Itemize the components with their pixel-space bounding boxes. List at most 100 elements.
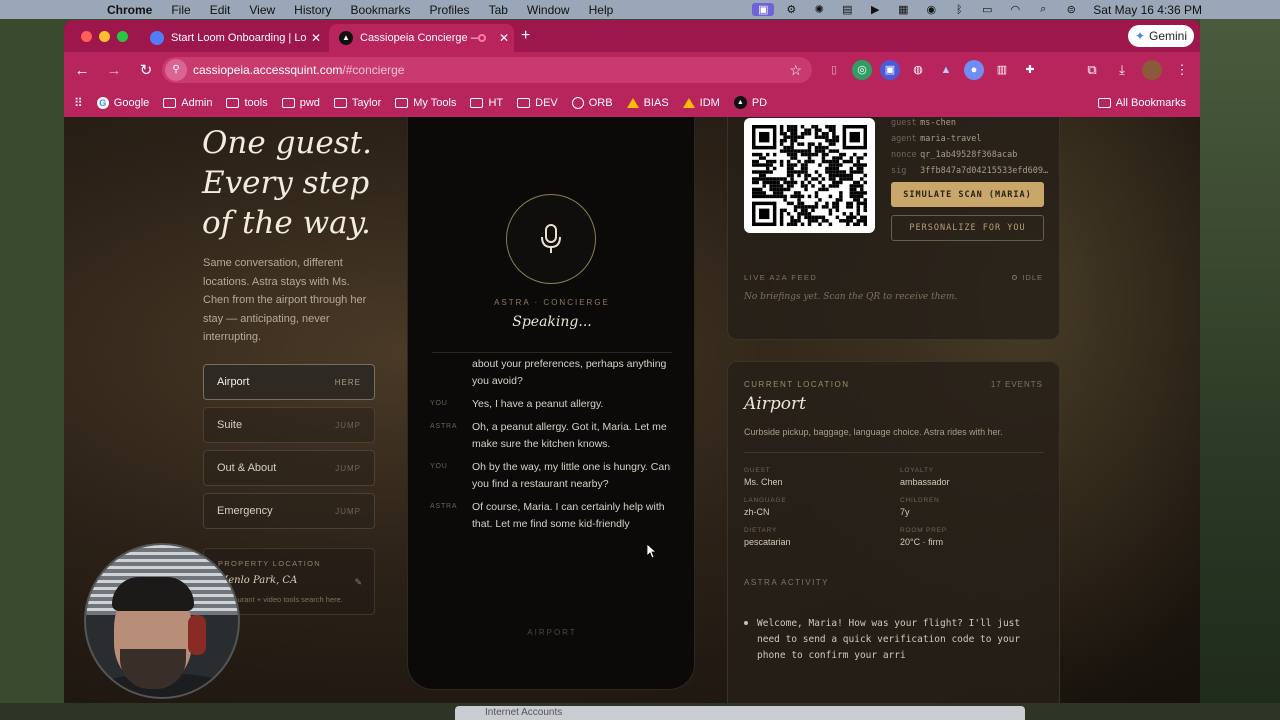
- bookmark-label: BIAS: [643, 96, 669, 109]
- bookmark-orb[interactable]: ORB: [571, 96, 613, 109]
- nav-out-and-about[interactable]: Out & About JUMP: [203, 450, 375, 486]
- tab-loom-onboarding[interactable]: Start Loom Onboarding | Loo ✕: [140, 24, 326, 52]
- site-info-icon[interactable]: ⚲: [165, 59, 187, 81]
- nav-label: Suite: [217, 419, 243, 431]
- all-bookmarks[interactable]: All Bookmarks: [1097, 97, 1186, 109]
- simulate-scan-button[interactable]: SIMULATE SCAN (MARIA): [891, 182, 1044, 207]
- menu-file[interactable]: File: [171, 3, 190, 17]
- bookmark-admin[interactable]: Admin: [163, 97, 212, 109]
- menu-clock[interactable]: Sat May 16 4:36 PM: [1093, 3, 1202, 17]
- bookmark-bias[interactable]: BIAS: [626, 96, 669, 109]
- bookmark-star-icon[interactable]: ☆: [789, 62, 802, 79]
- bookmark-idm[interactable]: IDM: [682, 97, 720, 109]
- recording-indicator-icon: [478, 34, 486, 42]
- microphone-button[interactable]: [506, 194, 596, 284]
- menu-tab[interactable]: Tab: [489, 3, 508, 17]
- microphone-icon: [541, 224, 561, 253]
- menu-view[interactable]: View: [249, 3, 275, 17]
- circle-ext-icon[interactable]: ●: [964, 60, 984, 80]
- pdf-icon[interactable]: ▤: [833, 3, 861, 16]
- qr-sig-row: sig 3ffb847a7d04215533efd609…: [891, 166, 1048, 176]
- close-window-button[interactable]: [81, 31, 92, 42]
- webcam-bubble[interactable]: [84, 543, 240, 699]
- kv-key: agent: [891, 134, 917, 144]
- chat-transcript[interactable]: about your preferences, perhaps anything…: [430, 356, 680, 539]
- bookmark-pwd[interactable]: pwd: [281, 97, 320, 109]
- profile-avatar[interactable]: [1142, 60, 1162, 80]
- chat-message: ASTRA Oh, a peanut allergy. Got it, Mari…: [430, 419, 680, 453]
- bookmark-tools[interactable]: tools: [226, 97, 268, 109]
- address-url[interactable]: cassiopeia.accessquint.com/#concierge: [193, 63, 404, 77]
- tab-label: Start Loom Onboarding | Loo: [171, 32, 306, 44]
- edit-pencil-icon[interactable]: ✎: [354, 577, 362, 588]
- new-tab-button[interactable]: +: [521, 27, 530, 45]
- forward-arrow-icon[interactable]: →: [100, 62, 128, 79]
- toolbar-right: ⧉ ⤓ ⋮: [1082, 60, 1192, 80]
- field-loyalty: LOYALTY ambassador: [900, 467, 1040, 487]
- battery-icon[interactable]: ▭: [973, 3, 1001, 16]
- tab-close-icon[interactable]: ✕: [494, 31, 514, 45]
- menu-app-name[interactable]: Chrome: [107, 3, 152, 17]
- more-menu-icon[interactable]: ⋮: [1172, 60, 1192, 80]
- app-status-icon[interactable]: ⚙: [777, 3, 805, 16]
- drive-icon: [682, 97, 695, 108]
- layers-ext-icon[interactable]: ▥: [992, 60, 1012, 80]
- feed-status: IDLE: [1012, 273, 1043, 282]
- window-icon[interactable]: ▦: [889, 3, 917, 16]
- personalize-button[interactable]: PERSONALIZE FOR YOU: [891, 215, 1044, 241]
- menu-help[interactable]: Help: [589, 3, 614, 17]
- kv-value: maria-travel: [920, 134, 982, 144]
- field-room-prep: ROOM PREP 20°C · firm: [900, 527, 1040, 547]
- bluetooth-icon[interactable]: ᛒ: [945, 4, 973, 16]
- nav-airport[interactable]: Airport HERE: [203, 364, 375, 400]
- qr-code[interactable]: [744, 118, 875, 233]
- menu-window[interactable]: Window: [527, 3, 570, 17]
- bookmark-google[interactable]: G Google: [96, 96, 149, 109]
- nav-emergency[interactable]: Emergency JUMP: [203, 493, 375, 529]
- current-location-label: CURRENT LOCATION: [744, 380, 850, 389]
- tab-close-icon[interactable]: ✕: [306, 31, 326, 45]
- download-icon[interactable]: ⤓: [1112, 60, 1132, 80]
- reload-icon[interactable]: ↻: [132, 61, 160, 79]
- user-icon[interactable]: ◉: [917, 3, 945, 16]
- bookmark-my-tools[interactable]: My Tools: [395, 97, 456, 109]
- tab-search-icon[interactable]: ⧉: [1082, 60, 1102, 80]
- bulb-ext-icon[interactable]: ◍: [908, 60, 928, 80]
- tab-label: Cassiopeia Concierge — V: [360, 32, 478, 44]
- control-center-icon[interactable]: ⊜: [1057, 3, 1085, 16]
- bookmark-dev[interactable]: DEV: [517, 97, 558, 109]
- triangle-ext-icon[interactable]: ▲: [936, 60, 956, 80]
- url-path: /#concierge: [342, 63, 405, 77]
- menu-profiles[interactable]: Profiles: [430, 3, 470, 17]
- apps-grid-icon[interactable]: ⠿: [74, 96, 83, 110]
- zoom-window-button[interactable]: [117, 31, 128, 42]
- nav-suite[interactable]: Suite JUMP: [203, 407, 375, 443]
- qr-guest-row: guest ms-chen: [891, 118, 956, 128]
- message-speaker: ASTRA: [430, 503, 458, 510]
- bookmark-taylor[interactable]: Taylor: [333, 97, 381, 109]
- bookmark-ht[interactable]: HT: [470, 97, 503, 109]
- gemini-button[interactable]: ✦ Gemini: [1128, 25, 1194, 47]
- sparkle-icon[interactable]: ✺: [805, 3, 833, 16]
- menu-bar-extras: ▣ ⚙ ✺ ▤ ▶ ▦ ◉ ᛒ ▭ ◠ ⌕ ⊜ Sat May 16 4:36 …: [749, 0, 1280, 19]
- blue-ext-icon[interactable]: ▣: [880, 60, 900, 80]
- play-icon[interactable]: ▶: [861, 3, 889, 16]
- kv-key: sig: [891, 166, 907, 176]
- field-value: pescatarian: [744, 537, 791, 547]
- address-bar[interactable]: ⚲ cassiopeia.accessquint.com/#concierge …: [162, 57, 812, 83]
- menu-history[interactable]: History: [294, 3, 331, 17]
- menu-edit[interactable]: Edit: [210, 3, 231, 17]
- minimize-window-button[interactable]: [99, 31, 110, 42]
- screen-record-icon[interactable]: ▣: [752, 3, 775, 16]
- green-ext-icon[interactable]: ◎: [852, 60, 872, 80]
- search-icon[interactable]: ⌕: [1029, 3, 1057, 16]
- puzzle-icon[interactable]: ✚: [1020, 60, 1040, 80]
- tab-strip: Start Loom Onboarding | Loo ✕ ▲ Cassiope…: [64, 20, 1200, 52]
- bookmark-ext-icon[interactable]: ▯: [824, 60, 844, 80]
- tab-cassiopeia-concierge[interactable]: ▲ Cassiopeia Concierge — V ✕: [329, 24, 514, 52]
- back-arrow-icon[interactable]: ←: [68, 62, 96, 79]
- wifi-icon[interactable]: ◠: [1001, 3, 1029, 16]
- menu-bookmarks[interactable]: Bookmarks: [351, 3, 411, 17]
- bookmark-pd[interactable]: ▲ PD: [733, 96, 767, 109]
- headphones-icon: [188, 615, 206, 655]
